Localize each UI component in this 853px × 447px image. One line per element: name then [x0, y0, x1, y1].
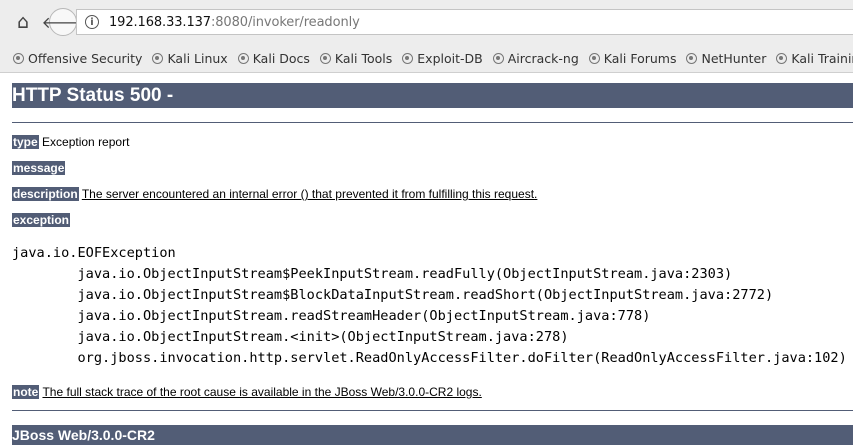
bookmark-label: Exploit-DB: [417, 50, 483, 66]
note-row: note The full stack trace of the root ca…: [12, 385, 482, 400]
message-label: message: [12, 161, 66, 175]
description-label: description: [12, 187, 79, 201]
message-row: message: [12, 161, 66, 176]
exception-row: exception: [12, 213, 71, 228]
info-icon[interactable]: i: [85, 15, 99, 29]
navigation-toolbar: ⌂ 🡐 i 192.168.33.137:8080/invoker/readon…: [0, 0, 853, 44]
bookmark-offensive-security[interactable]: Offensive Security: [13, 51, 142, 66]
bookmark-icon: [686, 52, 698, 64]
note-value: The full stack trace of the root cause i…: [42, 385, 482, 399]
bookmark-icon: [402, 52, 414, 64]
type-row: type Exception report: [12, 135, 129, 150]
server-footer: JBoss Web/3.0.0-CR2: [12, 425, 853, 445]
bookmark-label: NetHunter: [701, 50, 767, 66]
bookmark-label: Kali Docs: [252, 50, 310, 66]
bookmark-kali-training[interactable]: Kali Training: [776, 51, 853, 66]
home-icon[interactable]: ⌂: [10, 9, 36, 35]
bookmark-kali-linux[interactable]: Kali Linux: [152, 50, 228, 66]
bookmark-exploit-db[interactable]: Exploit-DB: [402, 50, 483, 66]
bookmark-icon: [13, 52, 24, 64]
bookmark-kali-docs[interactable]: Kali Docs: [237, 50, 310, 66]
bookmark-label: Kali Linux: [167, 50, 228, 66]
footer-divider: [12, 410, 853, 411]
address-bar[interactable]: i 192.168.33.137:8080/invoker/readonly: [76, 9, 853, 35]
bookmark-icon: [237, 52, 249, 64]
note-label: note: [12, 385, 40, 399]
bookmark-label: Kali Training: [791, 50, 853, 66]
bookmark-icon: [492, 52, 504, 64]
exception-label: exception: [12, 213, 71, 227]
bookmark-label: Kali Forums: [603, 50, 677, 66]
page-content: HTTP Status 500 - type Exception report …: [12, 73, 853, 445]
divider: [12, 122, 853, 123]
description-value: The server encountered an internal error…: [81, 187, 538, 201]
stack-trace: java.io.EOFException java.io.ObjectInput…: [12, 245, 847, 366]
description-row: description The server encountered an in…: [12, 187, 537, 202]
bookmark-icon: [152, 52, 164, 64]
type-value: Exception report: [42, 135, 130, 149]
url-path: :8080/invoker/readonly: [210, 14, 360, 30]
bookmark-label: Kali Tools: [334, 50, 393, 66]
bookmark-label: Aircrack-ng: [507, 50, 579, 66]
bookmark-kali-tools[interactable]: Kali Tools: [319, 50, 393, 66]
bookmark-label: Offensive Security: [28, 50, 143, 66]
bookmark-icon: [588, 52, 600, 64]
url-text[interactable]: 192.168.33.137:8080/invoker/readonly: [109, 15, 360, 30]
type-label: type: [12, 135, 39, 149]
bookmark-aircrack-ng[interactable]: Aircrack-ng: [492, 50, 579, 66]
bookmark-nethunter[interactable]: NetHunter: [686, 51, 766, 66]
bookmark-icon: [776, 52, 788, 64]
bookmarks-toolbar: Offensive Security Kali Linux Kali Docs …: [0, 44, 853, 73]
back-button[interactable]: 🡐: [42, 8, 84, 36]
bookmark-icon: [319, 52, 331, 64]
page-title: HTTP Status 500 -: [12, 83, 853, 108]
url-host: 192.168.33.137: [109, 14, 211, 30]
bookmark-kali-forums[interactable]: Kali Forums: [588, 50, 677, 66]
